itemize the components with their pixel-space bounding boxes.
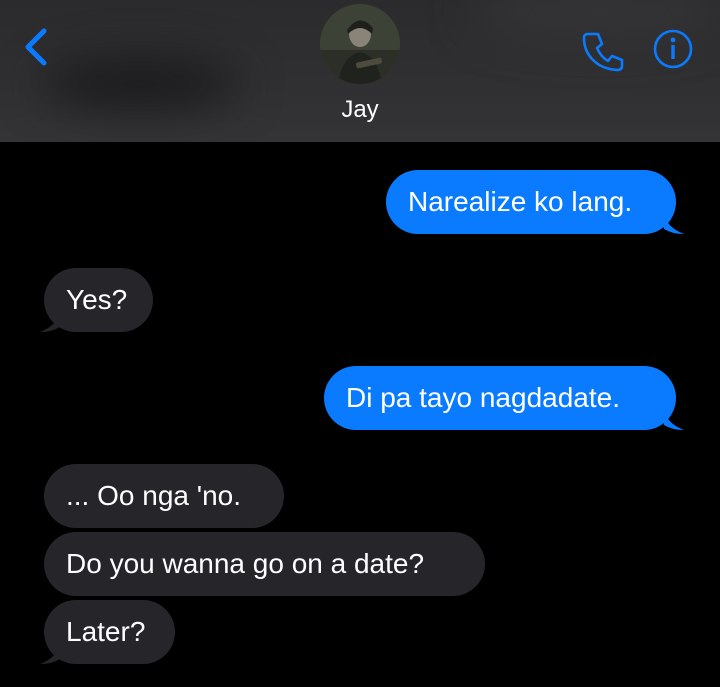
received-message-bubble[interactable]: Yes?	[44, 268, 153, 332]
received-message-bubble[interactable]: Later?	[44, 600, 175, 664]
bubble-tail	[40, 643, 60, 664]
sent-message-bubble[interactable]: Narealize ko lang.	[386, 170, 676, 234]
received-message-bubble[interactable]: ... Oo nga 'no.	[44, 464, 284, 528]
bubble-tail	[664, 409, 684, 430]
avatar[interactable]	[320, 4, 400, 84]
message-text: Do you wanna go on a date?	[66, 548, 425, 579]
message-text: Later?	[66, 616, 146, 647]
chevron-left-icon[interactable]	[20, 25, 54, 69]
message-text: ... Oo nga 'no.	[66, 480, 242, 511]
avatar-image	[320, 4, 400, 84]
info-icon[interactable]	[652, 28, 694, 70]
message-text: Yes?	[66, 284, 128, 315]
phone-icon[interactable]	[580, 28, 626, 74]
message-text: Di pa tayo nagdadate.	[346, 382, 620, 413]
sent-message-bubble[interactable]: Di pa tayo nagdadate.	[324, 366, 676, 430]
message-text: Narealize ko lang.	[408, 186, 633, 217]
conversation-header: Jay	[0, 0, 720, 142]
received-message-bubble[interactable]: Do you wanna go on a date?	[44, 532, 485, 596]
bubble-tail	[40, 311, 60, 332]
contact-name[interactable]: Jay	[0, 96, 720, 124]
bubble-tail	[664, 213, 684, 234]
